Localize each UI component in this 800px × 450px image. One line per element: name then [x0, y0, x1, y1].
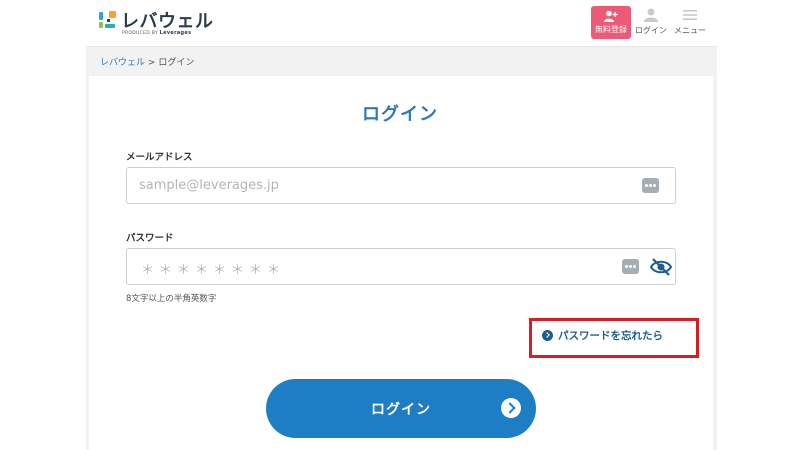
forgot-password-link[interactable]: パスワードを忘れたら	[542, 328, 663, 343]
brand-logo[interactable]: レバウェル PRODUCED BY Leverages	[98, 8, 218, 38]
menu-label: メニュー	[674, 26, 706, 35]
email-input[interactable]	[139, 168, 619, 203]
password-hint: 8文字以上の半角英数字	[126, 294, 217, 304]
hamburger-icon	[683, 10, 697, 20]
forgot-password-label: パスワードを忘れたら	[558, 330, 663, 342]
password-label: パスワード	[126, 233, 174, 244]
header-login-button[interactable]: ログイン	[635, 8, 667, 36]
signup-label: 無料登録	[595, 25, 627, 34]
eye-off-icon[interactable]	[650, 257, 672, 277]
password-placeholder: ＊＊＊＊＊＊＊＊	[141, 263, 286, 278]
autofill-dots-icon[interactable]	[642, 178, 659, 193]
brand-tagline: PRODUCED BY Leverages	[122, 30, 192, 36]
email-label: メールアドレス	[126, 152, 193, 163]
chevron-right-circle-icon	[542, 329, 553, 341]
breadcrumb: レバウェル > ログイン	[100, 55, 194, 68]
header-login-label: ログイン	[635, 26, 667, 35]
email-field-wrapper	[126, 167, 676, 204]
logo-mark-icon	[99, 11, 116, 28]
site-header: レバウェル PRODUCED BY Leverages 無料登録 ログイン メニ…	[86, 0, 717, 47]
login-submit-button[interactable]: ログイン	[266, 379, 536, 438]
arrow-right-circle-icon	[501, 398, 521, 418]
page-title: ログイン	[362, 104, 438, 125]
breadcrumb-separator: >	[147, 58, 156, 68]
user-icon	[644, 8, 658, 22]
password-field-wrapper[interactable]: ＊＊＊＊＊＊＊＊	[126, 248, 676, 285]
breadcrumb-current: ログイン	[158, 58, 195, 68]
breadcrumb-home-link[interactable]: レバウェル	[100, 58, 145, 68]
menu-button[interactable]: メニュー	[674, 8, 706, 36]
password-autofill-dots-icon[interactable]	[622, 259, 639, 274]
user-plus-icon	[604, 10, 618, 22]
login-submit-label: ログイン	[371, 402, 431, 418]
signup-button[interactable]: 無料登録	[591, 6, 631, 39]
